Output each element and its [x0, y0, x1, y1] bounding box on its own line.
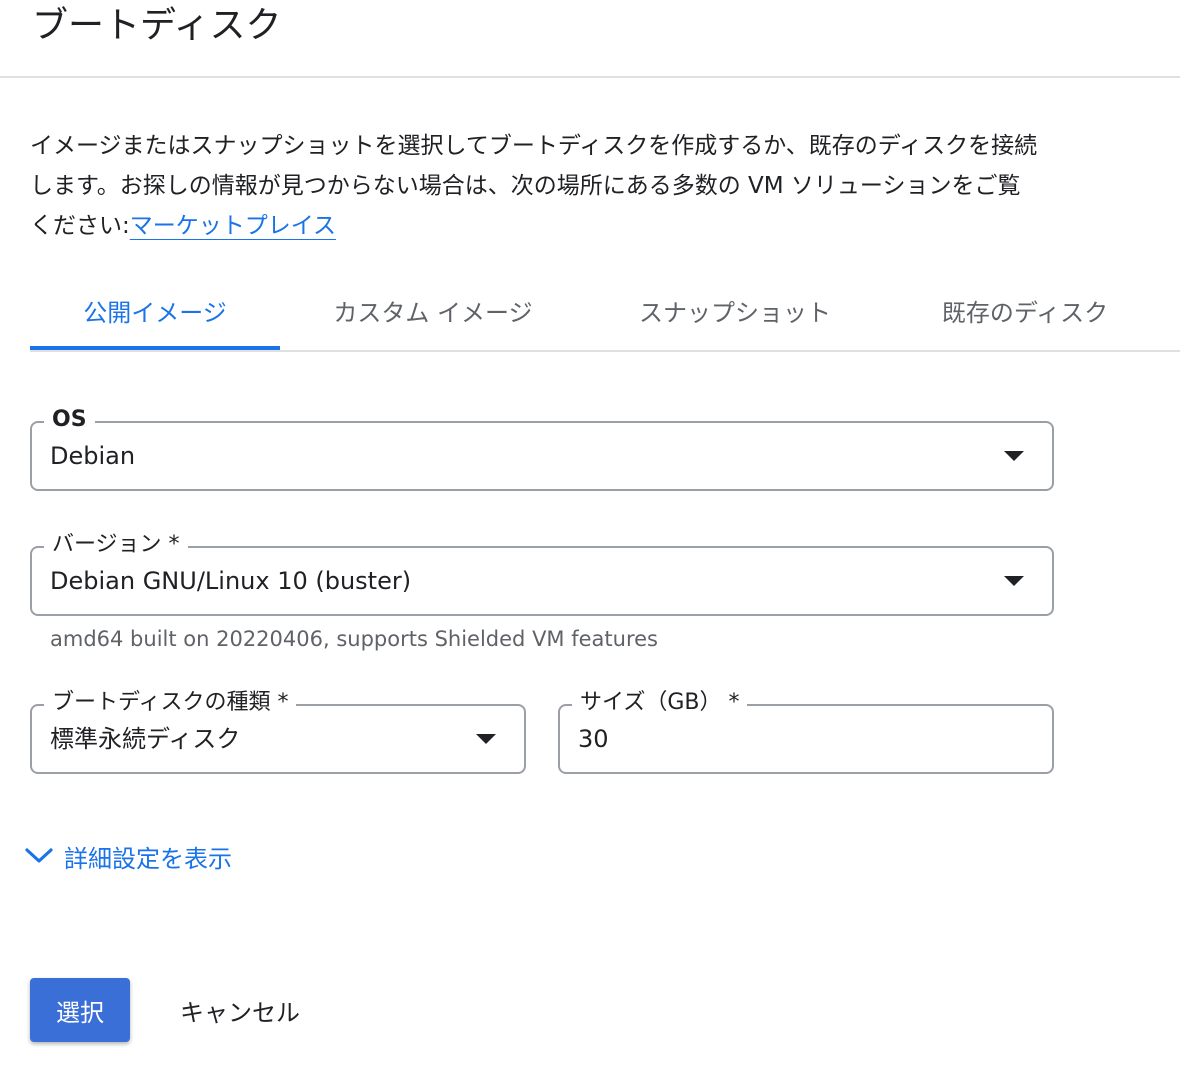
- version-value: Debian GNU/Linux 10 (buster): [50, 567, 412, 595]
- page-title: ブートディスク: [32, 5, 282, 46]
- cancel-button[interactable]: キャンセル: [160, 978, 320, 1042]
- image-source-tabs: 公開イメージ カスタム イメージ スナップショット 既存のディスク: [30, 280, 1180, 352]
- dialog-header: ブートディスク: [0, 0, 1180, 78]
- disk-type-value: 標準永続ディスク: [50, 725, 241, 753]
- tab-existing-disks[interactable]: 既存のディスク: [930, 280, 1120, 348]
- size-input[interactable]: サイズ（GB） * 30: [558, 688, 1054, 774]
- dropdown-arrow-icon: [476, 734, 496, 744]
- tab-custom-images[interactable]: カスタム イメージ: [320, 280, 546, 348]
- tab-public-images[interactable]: 公開イメージ: [30, 280, 280, 350]
- dropdown-arrow-icon: [1004, 451, 1024, 461]
- description: イメージまたはスナップショットを選択してブートディスクを作成するか、既存のディス…: [30, 126, 1040, 246]
- size-value: 30: [578, 725, 609, 753]
- version-helper-text: amd64 built on 20220406, supports Shield…: [50, 627, 658, 651]
- marketplace-link[interactable]: マーケットプレイス: [130, 213, 336, 239]
- advanced-settings-label: 詳細設定を表示: [64, 844, 232, 873]
- show-advanced-settings[interactable]: 詳細設定を表示: [24, 836, 232, 876]
- version-select[interactable]: バージョン * Debian GNU/Linux 10 (buster): [30, 530, 1054, 616]
- disk-type-select[interactable]: ブートディスクの種類 * 標準永続ディスク: [30, 688, 526, 774]
- tab-snapshots[interactable]: スナップショット: [630, 280, 840, 348]
- os-value: Debian: [50, 442, 136, 470]
- chevron-down-icon: [25, 848, 53, 863]
- select-button[interactable]: 選択: [30, 978, 130, 1042]
- os-select[interactable]: OS Debian: [30, 405, 1054, 491]
- dropdown-arrow-icon: [1004, 576, 1024, 586]
